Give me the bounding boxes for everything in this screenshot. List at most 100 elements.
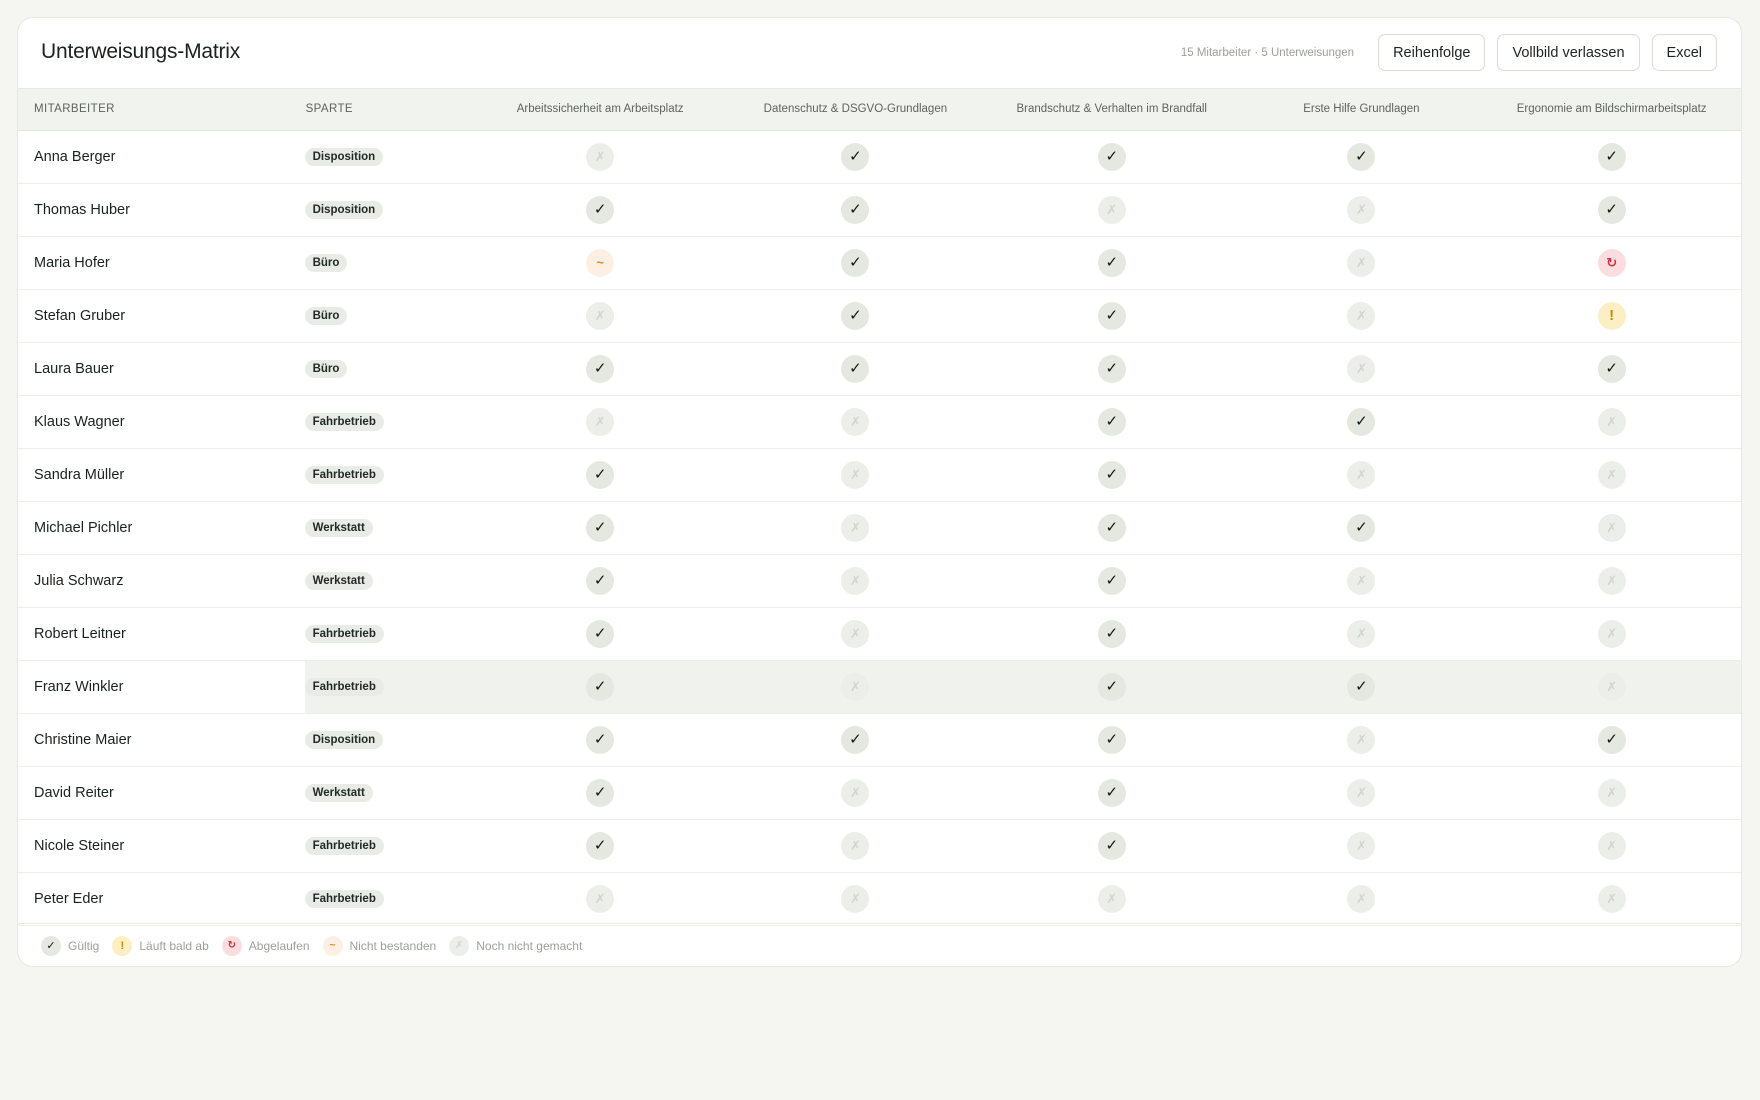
table-row[interactable]: Robert Leitner Fahrbetrieb ✓ ✗ ✓ ✗ ✗ [18, 607, 1741, 660]
training-status-cell[interactable]: ✗ [473, 872, 728, 925]
training-status-cell[interactable]: ✗ [473, 289, 728, 342]
order-button[interactable]: Reihenfolge [1378, 34, 1486, 71]
training-status-cell[interactable]: ✓ [983, 766, 1240, 819]
training-status-cell[interactable]: ✓ [728, 713, 983, 766]
training-status-cell[interactable]: ✗ [1482, 660, 1741, 713]
table-row[interactable]: Nicole Steiner Fahrbetrieb ✓ ✗ ✓ ✗ ✗ [18, 819, 1741, 872]
training-status-cell[interactable]: ✓ [473, 607, 728, 660]
column-header-training[interactable]: Datenschutz & DSGVO-Grundlagen [728, 89, 983, 130]
table-row[interactable]: David Reiter Werkstatt ✓ ✗ ✓ ✗ ✗ [18, 766, 1741, 819]
training-status-cell[interactable]: ✗ [1482, 819, 1741, 872]
training-status-cell[interactable]: ✓ [983, 713, 1240, 766]
training-status-cell[interactable]: ✗ [983, 183, 1240, 236]
training-status-cell[interactable]: ✓ [728, 289, 983, 342]
training-status-cell[interactable]: ✓ [1482, 183, 1741, 236]
training-status-cell[interactable]: ✗ [728, 766, 983, 819]
training-status-cell[interactable]: ✗ [1482, 554, 1741, 607]
training-status-cell[interactable]: ✗ [1241, 819, 1483, 872]
training-status-cell[interactable]: ✗ [473, 395, 728, 448]
training-status-cell[interactable]: ✓ [1241, 501, 1483, 554]
training-status-cell[interactable]: ✓ [473, 554, 728, 607]
table-row[interactable]: Peter Eder Fahrbetrieb ✗ ✗ ✗ ✗ ✗ [18, 872, 1741, 925]
column-header-sparte[interactable]: SPARTE [305, 89, 473, 130]
training-status-cell[interactable]: ! [1482, 289, 1741, 342]
training-status-cell[interactable]: ✓ [728, 183, 983, 236]
training-status-cell[interactable]: ✗ [983, 872, 1240, 925]
training-status-cell[interactable]: ✗ [1482, 448, 1741, 501]
training-status-cell[interactable]: ✓ [1241, 130, 1483, 183]
exit-fullscreen-button[interactable]: Vollbild verlassen [1497, 34, 1640, 71]
table-row[interactable]: Klaus Wagner Fahrbetrieb ✗ ✗ ✓ ✓ ✗ [18, 395, 1741, 448]
training-status-cell[interactable]: ✓ [1241, 395, 1483, 448]
training-status-cell[interactable]: ✗ [1241, 713, 1483, 766]
training-status-cell[interactable]: ✓ [728, 130, 983, 183]
table-row[interactable]: Maria Hofer Büro ~ ✓ ✓ ✗ ↻ [18, 236, 1741, 289]
training-status-cell[interactable]: ✗ [1241, 607, 1483, 660]
training-status-cell[interactable]: ✗ [728, 554, 983, 607]
training-status-cell[interactable]: ✓ [473, 342, 728, 395]
training-status-cell[interactable]: ✗ [1482, 395, 1741, 448]
column-header-employee[interactable]: MITARBEITER [18, 89, 305, 130]
training-status-cell[interactable]: ✓ [983, 342, 1240, 395]
training-status-cell[interactable]: ✓ [983, 448, 1240, 501]
training-status-cell[interactable]: ✗ [1241, 448, 1483, 501]
training-status-cell[interactable]: ✓ [983, 501, 1240, 554]
training-status-cell[interactable]: ✗ [1241, 183, 1483, 236]
training-status-cell[interactable]: ↻ [1482, 236, 1741, 289]
training-status-cell[interactable]: ✗ [1241, 554, 1483, 607]
table-row[interactable]: Christine Maier Disposition ✓ ✓ ✓ ✗ ✓ [18, 713, 1741, 766]
training-status-cell[interactable]: ✗ [728, 395, 983, 448]
training-status-cell[interactable]: ✓ [473, 183, 728, 236]
training-status-cell[interactable]: ✗ [728, 872, 983, 925]
excel-export-button[interactable]: Excel [1651, 34, 1717, 71]
training-status-cell[interactable]: ✓ [1240, 660, 1483, 713]
column-header-training[interactable]: Brandschutz & Verhalten im Brandfall [983, 89, 1240, 130]
training-status-cell[interactable]: ✓ [983, 607, 1240, 660]
training-status-cell[interactable]: ✓ [728, 236, 983, 289]
training-status-cell[interactable]: ✗ [473, 130, 728, 183]
training-status-cell[interactable]: ✓ [1482, 713, 1741, 766]
table-row[interactable]: Michael Pichler Werkstatt ✓ ✗ ✓ ✓ ✗ [18, 501, 1741, 554]
table-row[interactable]: Thomas Huber Disposition ✓ ✓ ✗ ✗ ✓ [18, 183, 1741, 236]
training-status-cell[interactable]: ✗ [1241, 766, 1483, 819]
training-status-cell[interactable]: ✓ [983, 819, 1240, 872]
training-status-cell[interactable]: ✗ [1482, 872, 1741, 925]
table-row[interactable]: Anna Berger Disposition ✗ ✓ ✓ ✓ ✓ [18, 130, 1741, 183]
table-row[interactable]: Stefan Gruber Büro ✗ ✓ ✓ ✗! [18, 289, 1741, 342]
column-header-training[interactable]: Erste Hilfe Grundlagen [1241, 89, 1483, 130]
column-header-training[interactable]: Ergonomie am Bildschirmarbeitsplatz [1482, 89, 1741, 130]
training-status-cell[interactable]: ✓ [983, 289, 1240, 342]
table-row[interactable]: Julia Schwarz Werkstatt ✓ ✗ ✓ ✗ ✗ [18, 554, 1741, 607]
training-status-cell[interactable]: ✗ [1241, 342, 1483, 395]
training-status-cell[interactable]: ✓ [472, 660, 728, 713]
training-status-cell[interactable]: ✓ [983, 395, 1240, 448]
training-status-cell[interactable]: ✗ [1482, 607, 1741, 660]
training-status-cell[interactable]: ~ [473, 236, 728, 289]
table-row[interactable]: Laura Bauer Büro ✓ ✓ ✓ ✗ ✓ [18, 342, 1741, 395]
training-status-cell[interactable]: ✓ [473, 766, 728, 819]
training-status-cell[interactable]: ✓ [983, 554, 1240, 607]
training-status-cell[interactable]: ✗ [728, 501, 983, 554]
training-status-cell[interactable]: ✗ [728, 819, 983, 872]
training-status-cell[interactable]: ✓ [728, 342, 983, 395]
training-status-cell[interactable]: ✓ [983, 660, 1241, 713]
training-status-cell[interactable]: ✗ [728, 607, 983, 660]
column-header-training[interactable]: Arbeitssicherheit am Arbeitsplatz [473, 89, 728, 130]
training-status-cell[interactable]: ✗ [728, 448, 983, 501]
training-status-cell[interactable]: ✓ [983, 130, 1240, 183]
training-status-cell[interactable]: ✓ [1482, 342, 1741, 395]
training-status-cell[interactable]: ✓ [473, 819, 728, 872]
training-status-cell[interactable]: ✓ [1482, 130, 1741, 183]
training-status-cell[interactable]: ✓ [983, 236, 1240, 289]
training-status-cell[interactable]: ✗ [1482, 501, 1741, 554]
training-status-cell[interactable]: ✗ [727, 660, 984, 713]
table-row[interactable]: Franz Winkler Fahrbetrieb ✓ ✗ ✓ ✓ ✗ [18, 660, 1741, 713]
table-row[interactable]: Sandra Müller Fahrbetrieb ✓ ✗ ✓ ✗ ✗ [18, 448, 1741, 501]
training-status-cell[interactable]: ✗ [1241, 289, 1483, 342]
training-status-cell[interactable]: ✓ [473, 448, 728, 501]
training-status-cell[interactable]: ✗ [1241, 872, 1483, 925]
training-status-cell[interactable]: ✗ [1241, 236, 1483, 289]
training-status-cell[interactable]: ✓ [473, 501, 728, 554]
training-status-cell[interactable]: ✗ [1482, 766, 1741, 819]
training-status-cell[interactable]: ✓ [473, 713, 728, 766]
